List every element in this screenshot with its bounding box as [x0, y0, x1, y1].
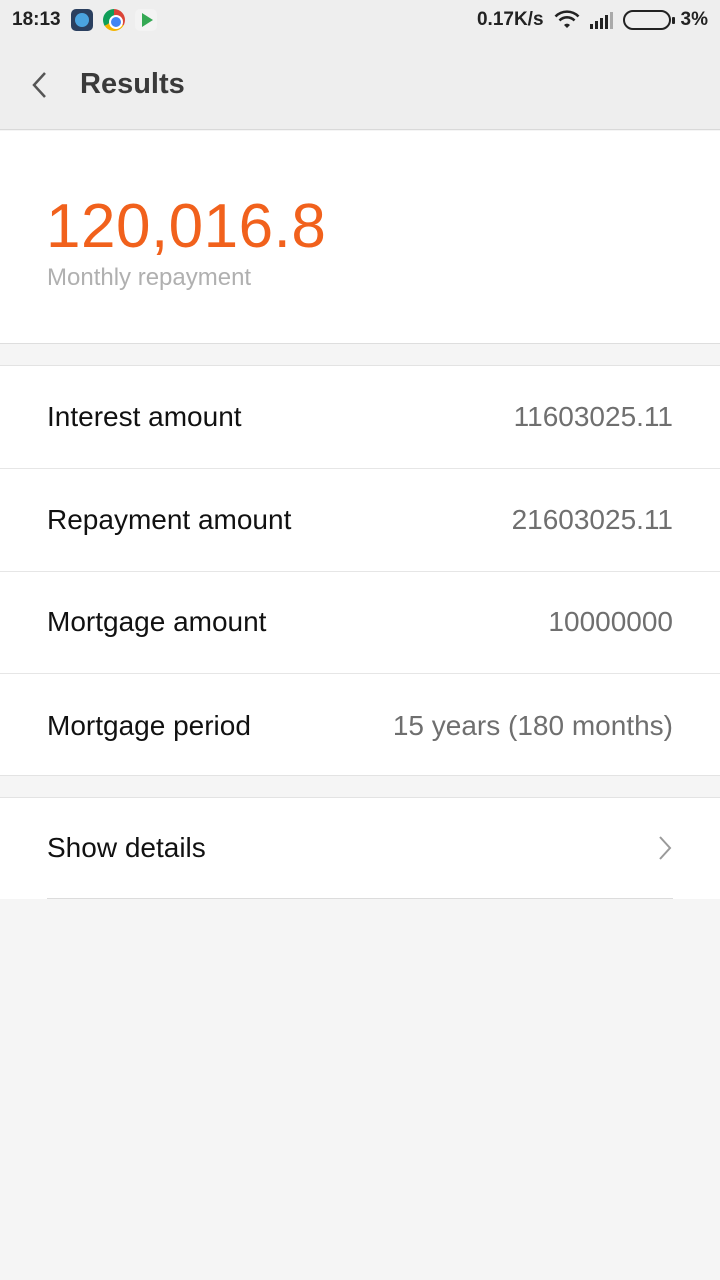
back-button[interactable] [0, 40, 80, 130]
play-store-icon [134, 9, 157, 31]
detail-value: 15 years (180 months) [392, 709, 673, 741]
detail-label: Interest amount [47, 400, 242, 432]
detail-row-mortgage-amount: Mortgage amount 10000000 [0, 572, 720, 675]
detail-row-interest: Interest amount 11603025.11 [0, 366, 720, 469]
status-bar: 18:13 0.17K/s 3% [0, 0, 720, 40]
battery-percent: 3% [680, 9, 708, 30]
monthly-repayment-value: 120,016.8 [46, 192, 327, 261]
show-details-button[interactable]: Show details [0, 797, 720, 899]
chrome-icon [102, 9, 125, 31]
monthly-repayment-label: Monthly repayment [47, 264, 252, 291]
detail-row-mortgage-period: Mortgage period 15 years (180 months) [0, 674, 720, 777]
app-bar: Results [0, 40, 720, 130]
detail-row-repayment: Repayment amount 21603025.11 [0, 469, 720, 572]
status-bar-right: 0.17K/s 3% [477, 9, 708, 31]
detail-value: 11603025.11 [513, 400, 673, 432]
detail-value: 10000000 [548, 606, 673, 638]
chevron-right-icon [659, 836, 672, 860]
show-details-row[interactable]: Show details [47, 798, 673, 899]
network-speed: 0.17K/s [476, 9, 544, 30]
wifi-icon [554, 10, 579, 28]
detail-label: Repayment amount [47, 503, 292, 535]
status-time: 18:13 [12, 9, 61, 30]
summary-card: 120,016.8 Monthly repayment [0, 131, 720, 344]
show-details-label: Show details [47, 832, 206, 863]
details-list: Interest amount 11603025.11 Repayment am… [0, 365, 720, 776]
telegram-icon [70, 9, 93, 31]
cell-signal-icon [589, 11, 613, 29]
status-bar-left: 18:13 [12, 9, 157, 31]
chevron-left-icon [32, 71, 46, 98]
battery-icon [622, 10, 675, 30]
page-title: Results [80, 68, 185, 100]
detail-value: 21603025.11 [511, 503, 673, 535]
detail-label: Mortgage period [47, 709, 251, 741]
detail-label: Mortgage amount [47, 606, 267, 638]
